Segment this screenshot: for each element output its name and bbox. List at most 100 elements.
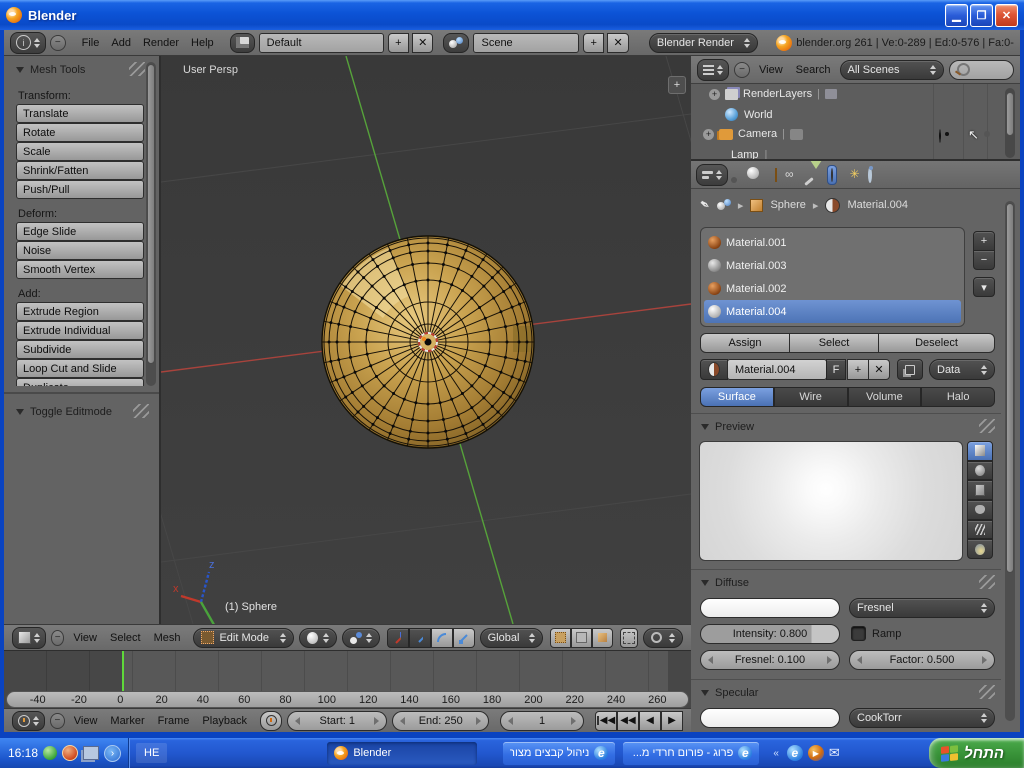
outliner-menu-view[interactable]: View xyxy=(755,64,787,76)
mode-select[interactable]: Edit Mode xyxy=(193,628,293,648)
tray-network-icon[interactable] xyxy=(83,746,99,760)
collapse-menus-icon[interactable]: − xyxy=(50,713,65,729)
viewport-shading-select[interactable] xyxy=(299,628,337,648)
tool-shrink-fatten[interactable]: Shrink/Fatten xyxy=(16,161,144,180)
diffuse-shader-select[interactable]: Fresnel xyxy=(849,598,995,618)
timeline-scrollbar-ruler[interactable]: -40 -20 0 20 40 60 80 100 120 140 160 18… xyxy=(6,691,689,708)
mesh-tools-panel-header[interactable]: Mesh Tools xyxy=(16,64,85,76)
tool-push-pull[interactable]: Push/Pull xyxy=(16,180,144,199)
layout-add-button[interactable]: + xyxy=(388,33,409,53)
tool-noise[interactable]: Noise xyxy=(16,241,144,260)
panel-drag-grip[interactable] xyxy=(979,575,995,589)
current-frame-marker[interactable] xyxy=(122,651,124,691)
tool-extrude-individual[interactable]: Extrude Individual xyxy=(16,321,144,340)
edge-select-button[interactable] xyxy=(571,628,592,648)
preview-cube-button[interactable] xyxy=(967,480,993,500)
scene-add-button[interactable]: + xyxy=(583,33,604,53)
breadcrumb-material[interactable]: Material.004 xyxy=(847,199,908,211)
diffuse-panel-header[interactable]: Diffuse xyxy=(701,577,749,589)
tab-physics[interactable] xyxy=(865,166,875,184)
menu-add[interactable]: Add xyxy=(107,37,135,49)
timeline-menu-marker[interactable]: Marker xyxy=(106,715,148,727)
quick-launch-chevron-icon[interactable]: « xyxy=(773,748,779,759)
assign-button[interactable]: Assign xyxy=(700,333,790,353)
menu-render[interactable]: Render xyxy=(139,37,183,49)
slot-remove-button[interactable]: − xyxy=(973,250,995,270)
tool-translate[interactable]: Translate xyxy=(16,104,144,123)
tab-texture[interactable] xyxy=(839,172,845,178)
scene-icon-button[interactable] xyxy=(443,33,469,53)
language-indicator[interactable]: HE xyxy=(136,743,167,763)
material-add-button[interactable]: + xyxy=(847,359,869,380)
render-engine-select[interactable]: Blender Render xyxy=(649,33,758,53)
view3d-menu-view[interactable]: View xyxy=(69,632,101,644)
tab-wire[interactable]: Wire xyxy=(774,387,848,407)
preview-world-button[interactable] xyxy=(967,539,993,559)
diffuse-fresnel-field[interactable]: Fresnel: 0.100 xyxy=(700,650,840,670)
specular-shader-select[interactable]: CookTorr xyxy=(849,708,995,728)
material-slot[interactable]: Material.002 xyxy=(704,277,961,300)
material-slot[interactable]: Material.003 xyxy=(704,254,961,277)
menu-help[interactable]: Help xyxy=(187,37,218,49)
outliner-item-world[interactable]: World xyxy=(725,108,773,121)
pivot-select[interactable] xyxy=(342,628,380,648)
region-expand-button[interactable]: + xyxy=(668,76,686,94)
tab-volume[interactable]: Volume xyxy=(848,387,922,407)
jump-to-start-button[interactable]: ◀◀ xyxy=(595,711,617,731)
editor-type-info-button[interactable]: i xyxy=(10,32,46,54)
fake-user-button[interactable]: F xyxy=(826,359,846,380)
window-titlebar[interactable]: Blender ▁ ❐ ✕ xyxy=(0,0,1024,30)
tab-material[interactable] xyxy=(827,165,837,185)
current-frame-field[interactable]: 1 xyxy=(500,711,584,731)
quick-launch-mediaplayer-icon[interactable]: ▶ xyxy=(808,745,824,761)
taskbar-button-ie2[interactable]: e פרוג - פורום חרדי מ... xyxy=(623,742,759,765)
slot-specials-button[interactable]: ▾ xyxy=(973,277,995,297)
specular-color-swatch[interactable] xyxy=(700,708,840,728)
expand-icon[interactable]: + xyxy=(709,89,720,100)
material-slot[interactable]: Material.001 xyxy=(704,231,961,254)
outliner-item-renderlayers[interactable]: + RenderLayers | xyxy=(709,88,837,100)
manipulator-scale-button[interactable] xyxy=(453,628,475,648)
viewport-canvas[interactable]: x z y User Persp + (1) Sphere xyxy=(161,56,691,624)
tool-edge-slide[interactable]: Edge Slide xyxy=(16,222,144,241)
taskbar-button-ie1[interactable]: e ניהול קבצים מצורפי... xyxy=(503,742,615,765)
preview-hair-button[interactable] xyxy=(967,520,993,540)
restrict-select-toggle[interactable]: ↖ xyxy=(968,127,979,143)
tab-halo[interactable]: Halo xyxy=(921,387,995,407)
diffuse-factor-field[interactable]: Factor: 0.500 xyxy=(849,650,995,670)
preview-flat-button[interactable] xyxy=(967,441,993,461)
manipulator-rotate-button[interactable] xyxy=(431,628,453,648)
link-data-select[interactable]: Data xyxy=(929,359,995,380)
editor-type-timeline-button[interactable] xyxy=(12,711,45,731)
play-reverse-button[interactable]: ◀ xyxy=(639,711,661,731)
tray-expand-icon[interactable]: › xyxy=(104,745,121,762)
collapse-menus-icon[interactable]: − xyxy=(51,630,64,646)
select-button[interactable]: Select xyxy=(789,333,879,353)
layout-delete-button[interactable]: ✕ xyxy=(412,33,433,53)
tab-world[interactable] xyxy=(764,172,770,178)
material-name-field[interactable]: Material.004 xyxy=(727,359,827,380)
editor-type-outliner-button[interactable] xyxy=(697,59,729,81)
nodes-toggle-button[interactable] xyxy=(897,359,923,380)
scene-context-icon[interactable] xyxy=(717,199,731,211)
restrict-view-toggle[interactable] xyxy=(939,130,941,142)
diffuse-color-swatch[interactable] xyxy=(700,598,840,618)
tab-particles[interactable]: ✳ xyxy=(847,165,863,184)
menu-file[interactable]: File xyxy=(78,37,104,49)
taskbar-button-blender[interactable]: Blender xyxy=(327,742,477,765)
start-button[interactable]: התחל xyxy=(929,738,1024,768)
timeline[interactable]: -40 -20 0 20 40 60 80 100 120 140 160 18… xyxy=(4,650,691,709)
specular-panel-header[interactable]: Specular xyxy=(701,687,758,699)
timeline-menu-view[interactable]: View xyxy=(70,715,102,727)
outliner-filter-select[interactable]: All Scenes xyxy=(840,60,944,80)
operator-redo-panel-header[interactable]: Toggle Editmode xyxy=(16,406,112,418)
tool-duplicate-clipped[interactable]: Duplicate xyxy=(16,378,144,386)
outliner-item-camera[interactable]: + Camera | xyxy=(703,128,803,140)
tool-extrude-region[interactable]: Extrude Region xyxy=(16,302,144,321)
properties-scrollbar[interactable] xyxy=(1005,201,1015,721)
tab-surface[interactable]: Surface xyxy=(700,387,774,407)
manipulator-translate-button[interactable] xyxy=(409,628,431,648)
outliner-item-lamp[interactable]: Lamp | xyxy=(731,149,767,161)
tool-rotate[interactable]: Rotate xyxy=(16,123,144,142)
tab-render[interactable] xyxy=(736,172,742,178)
